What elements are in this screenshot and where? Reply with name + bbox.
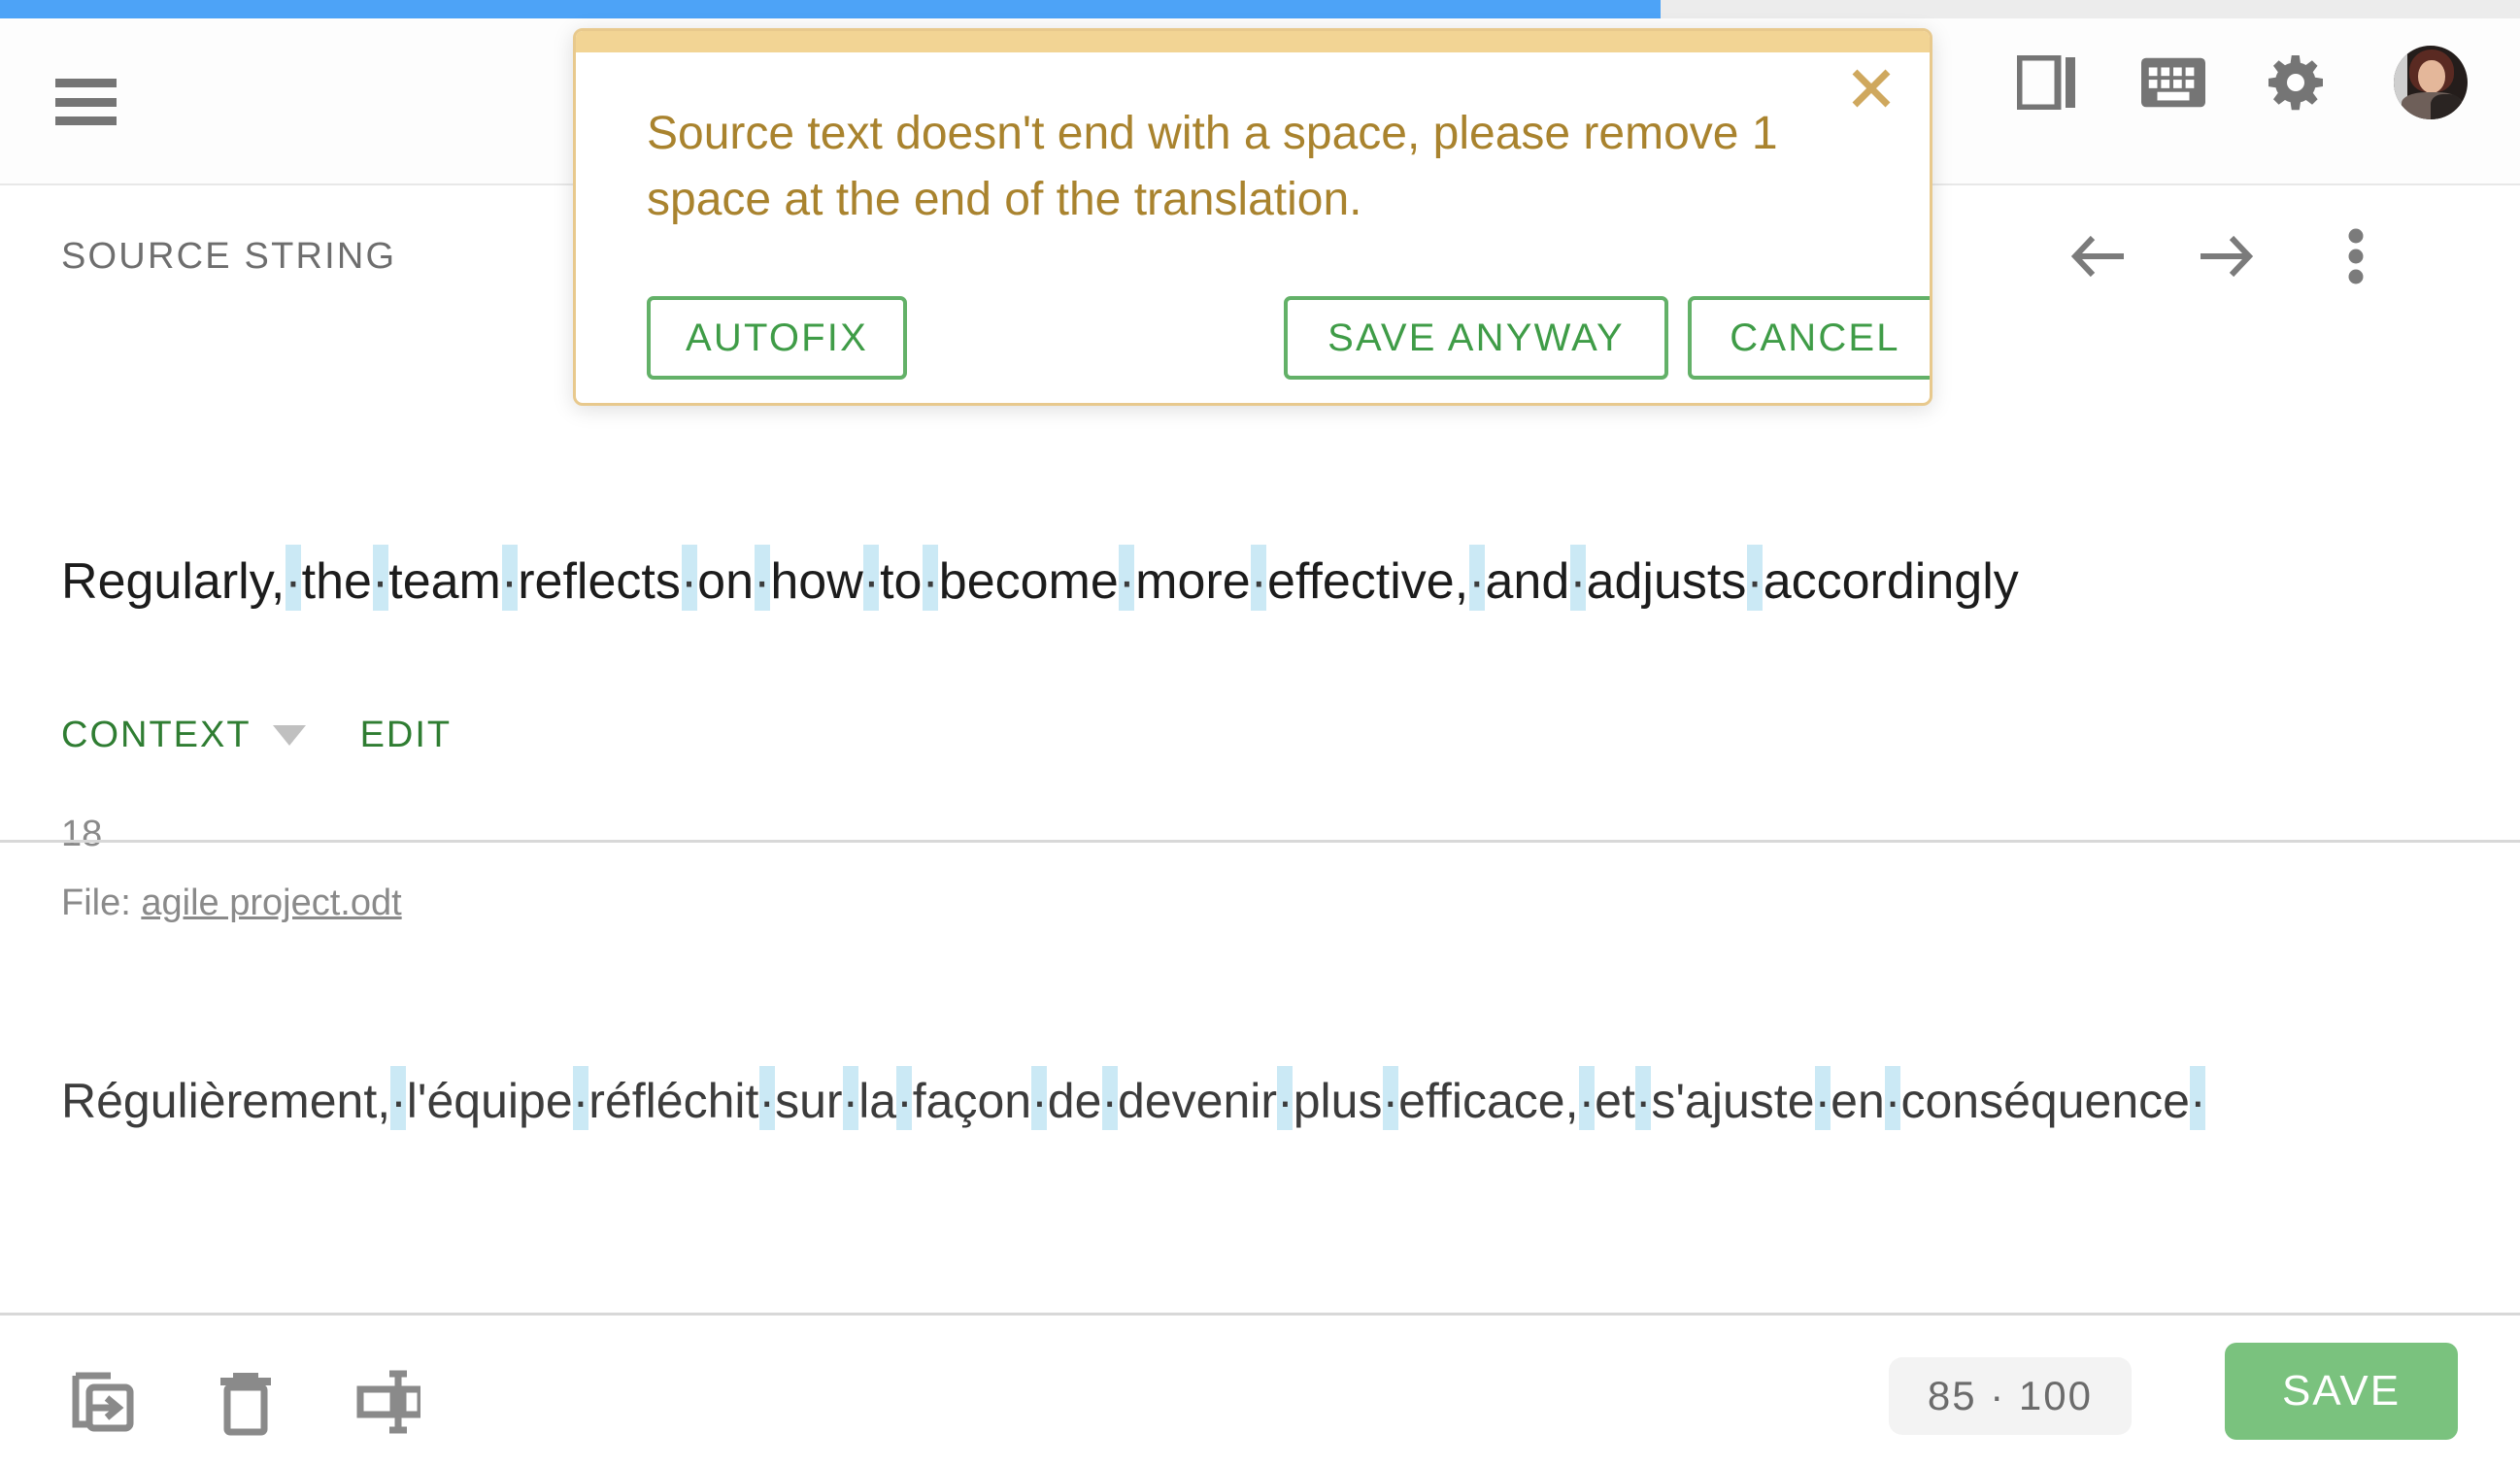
context-file-prefix: File: [61,883,131,923]
page-progress-fill [0,0,1661,18]
source-string-text: Regularly,·the·team·reflects·on·how·to·b… [61,553,2019,610]
string-navigation [2069,228,2384,284]
save-anyway-button[interactable]: SAVE ANYWAY [1284,296,1668,380]
context-row: CONTEXT EDIT [61,715,452,756]
app-root: SOURCE STRING Regularly,·the·team·reflec… [0,0,2520,1466]
header-icon-group [2015,46,2468,119]
cancel-button[interactable]: CANCEL [1688,296,1930,380]
autofix-button[interactable]: AUTOFIX [647,296,907,380]
translation-tool-icons [68,1368,423,1438]
page-progress-bar [0,0,2520,18]
layout-panel-icon[interactable] [2015,50,2079,115]
gear-icon[interactable] [2268,50,2332,115]
save-button[interactable]: SAVE [2225,1343,2458,1440]
translations-section-divider [0,1313,2520,1316]
trash-icon[interactable] [211,1368,281,1438]
user-avatar[interactable] [2394,46,2468,119]
context-file-link[interactable]: agile project.odt [141,883,401,923]
context-toggle-label[interactable]: CONTEXT [61,715,252,756]
more-options-icon[interactable] [2328,228,2384,284]
translation-toolbar [0,1158,2520,1436]
next-string-arrow-icon[interactable] [2199,228,2255,284]
copy-source-icon[interactable] [68,1368,138,1438]
source-target-divider [0,840,2520,843]
validation-dialog: Source text doesn't end with a space, pl… [573,28,1932,406]
context-edit-link[interactable]: EDIT [360,715,453,756]
context-number: 18 [61,814,103,854]
dialog-accent-bar [576,31,1930,52]
split-segment-icon[interactable] [353,1368,423,1438]
keyboard-icon[interactable] [2141,50,2205,115]
source-string-label: SOURCE STRING [61,236,397,277]
hamburger-menu-icon[interactable] [55,79,117,125]
dialog-message: Source text doesn't end with a space, pl… [647,108,1778,226]
previous-string-arrow-icon[interactable] [2069,228,2126,284]
context-file: File: agile project.odt [61,883,402,924]
chevron-down-icon[interactable] [272,725,306,746]
character-counter: 85 · 100 [1888,1357,2132,1435]
dialog-actions: AUTOFIX SAVE ANYWAY CANCEL [647,296,1930,380]
translation-text[interactable]: Régulièrement,·l'équipe·réfléchit·sur·la… [61,1077,2206,1125]
